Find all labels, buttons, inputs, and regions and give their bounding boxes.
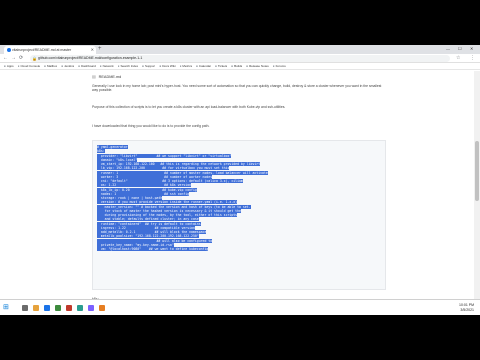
bookmark-item[interactable]: Cloud Console bbox=[18, 63, 40, 69]
bookmark-item[interactable]: Support bbox=[142, 63, 156, 69]
bookmark-item[interactable]: Dashboard bbox=[78, 63, 96, 69]
system-clock[interactable]: 10:01 PM 3/5/2021 bbox=[459, 303, 474, 313]
taskbar-app-icon[interactable] bbox=[55, 305, 61, 311]
bookmark-item[interactable]: Mailbox bbox=[44, 63, 57, 69]
new-tab-button[interactable]: + bbox=[98, 46, 102, 53]
reload-button[interactable]: ⟳ bbox=[19, 55, 23, 62]
close-window-button[interactable]: ✕ bbox=[470, 45, 473, 53]
file-header: ▤ README.md bbox=[92, 74, 121, 80]
bookmark-item[interactable]: Jenkins bbox=[61, 63, 74, 69]
config-paragraph: I have downloaded that thing you would l… bbox=[92, 124, 210, 128]
bookmark-item[interactable]: Release Notes bbox=[246, 63, 269, 69]
bookmark-item[interactable]: Docs Wiki bbox=[159, 63, 175, 69]
bookmark-item[interactable]: Calendar bbox=[196, 63, 211, 69]
scrollbar-thumb[interactable] bbox=[475, 141, 479, 201]
start-button[interactable]: ⊞ bbox=[3, 304, 9, 312]
bookmarks-bar: Apps Cloud Console Mailbox Jenkins Dashb… bbox=[0, 63, 480, 70]
intro-paragraph: Generally I use lock in my home lab; pos… bbox=[92, 84, 382, 93]
forward-button[interactable]: → bbox=[11, 55, 16, 62]
address-row: ← → ⟳ 🔒 github.com/vitalrunproject/READM… bbox=[0, 54, 480, 63]
clock-date: 3/5/2021 bbox=[460, 308, 474, 312]
code-lines: # yaml-generator k8s: provider: "libvirt"… bbox=[97, 145, 367, 251]
github-favicon-icon bbox=[7, 48, 11, 52]
taskbar-app-icon[interactable] bbox=[44, 305, 50, 311]
lock-icon: 🔒 bbox=[32, 56, 37, 61]
minimize-button[interactable]: — bbox=[446, 45, 450, 53]
taskbar-app-icon[interactable] bbox=[22, 305, 28, 311]
taskbar-app-icon[interactable] bbox=[88, 305, 94, 311]
back-button[interactable]: ← bbox=[3, 55, 8, 62]
screen: vitalrunproject/README.md at master ✕ + … bbox=[0, 45, 480, 315]
browser-tab-bar: vitalrunproject/README.md at master ✕ + … bbox=[0, 45, 480, 54]
browser-menu-icon[interactable]: ⋮ bbox=[470, 55, 475, 62]
file-name[interactable]: README.md bbox=[99, 75, 122, 79]
browser-tab[interactable]: vitalrunproject/README.md at master ✕ bbox=[4, 46, 96, 54]
bookmark-item[interactable]: Search Index bbox=[118, 63, 138, 69]
address-bar[interactable]: 🔒 github.com/vitalrunproject/README.md#c… bbox=[30, 55, 450, 62]
bookmark-item[interactable]: Tickets bbox=[215, 63, 227, 69]
maximize-button[interactable]: ☐ bbox=[458, 45, 462, 53]
code-line: vm: "@localhost:9080" ## we want to defi… bbox=[97, 247, 209, 251]
close-tab-icon[interactable]: ✕ bbox=[91, 46, 94, 54]
file-icon: ▤ bbox=[92, 75, 96, 79]
bookmark-item[interactable]: Network bbox=[100, 63, 114, 69]
page-scrollbar[interactable] bbox=[474, 71, 480, 299]
bookmark-item[interactable]: Forums bbox=[273, 63, 286, 69]
windows-taskbar: ⊞ 10:01 PM 3/5/2021 bbox=[0, 299, 480, 315]
tab-title: vitalrunproject/README.md at master bbox=[12, 48, 72, 52]
bookmark-item[interactable]: Builds bbox=[231, 63, 242, 69]
taskbar-app-icon[interactable] bbox=[66, 305, 72, 311]
taskbar-app-icon[interactable] bbox=[33, 305, 39, 311]
taskbar-app-icon[interactable] bbox=[99, 305, 105, 311]
bookmark-item[interactable]: Metrics bbox=[180, 63, 192, 69]
bookmark-star-icon[interactable]: ☆ bbox=[456, 55, 460, 62]
url-text: github.com/vitalrunproject/README.md#con… bbox=[38, 56, 143, 60]
bookmark-item[interactable]: Apps bbox=[4, 63, 14, 69]
readme-content: ▤ README.md Generally I use lock in my h… bbox=[92, 72, 388, 315]
selected-code-block[interactable]: # yaml-generator k8s: provider: "libvirt"… bbox=[92, 140, 386, 290]
taskbar-app-icon[interactable] bbox=[77, 305, 83, 311]
purpose-paragraph: Purpose of this collection of scripts is… bbox=[92, 105, 286, 109]
